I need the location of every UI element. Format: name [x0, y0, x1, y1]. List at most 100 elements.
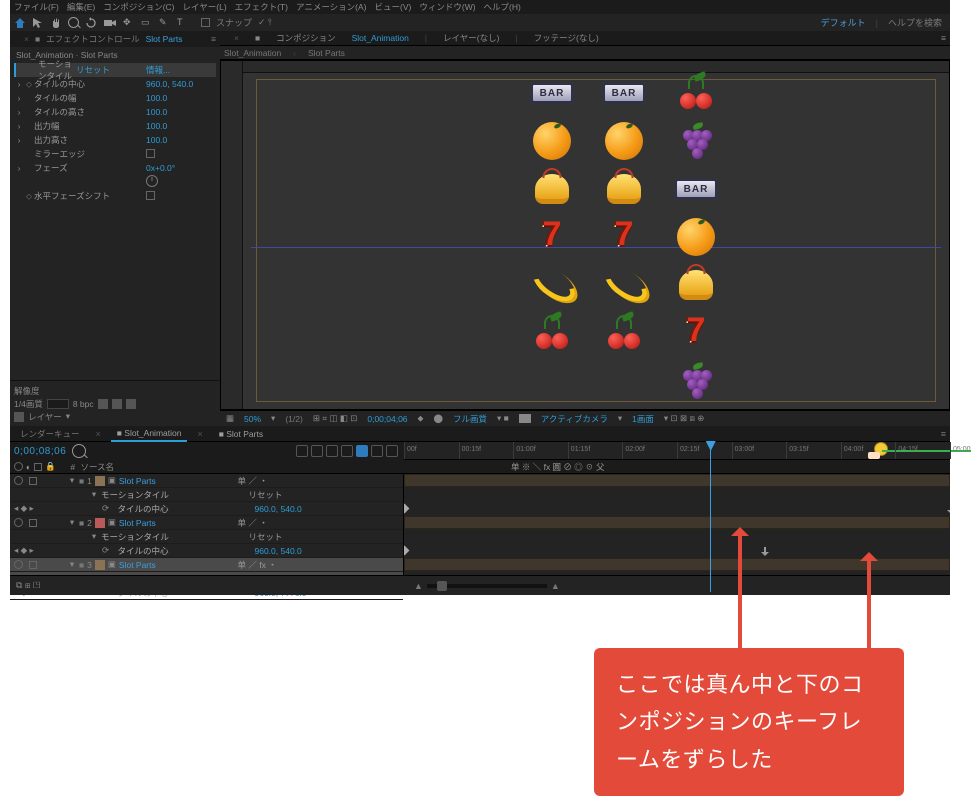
slot-symbol-banana	[601, 262, 647, 308]
layer-row[interactable]: ▾モーションタイルリセット	[10, 488, 403, 502]
annotation-arrow-2	[867, 555, 871, 648]
layer-bar[interactable]	[404, 516, 950, 529]
bl-icon[interactable]	[98, 399, 108, 409]
layer-bar[interactable]	[404, 474, 950, 487]
property-row[interactable]: ⬦水平フェーズシフト	[14, 189, 216, 203]
timeline-panel: レンダーキュー × ■ Slot_Animation × ■ Slot Part…	[10, 426, 950, 595]
layer-tab[interactable]: レイヤー(なし)	[443, 32, 499, 44]
slot-symbol-bar: BAR	[601, 70, 647, 116]
layer-row[interactable]: ▾■1▣Slot Parts单 ／ ・	[10, 474, 403, 488]
time-tick: 02:00f	[622, 442, 644, 459]
effect-controls-panel: × ■ エフェクトコントロール Slot Parts ≡ Slot_Animat…	[10, 31, 220, 426]
workspace-dropdown[interactable]: デフォルト	[821, 16, 866, 29]
res-fraction: (1/2)	[285, 414, 302, 424]
menu-item[interactable]: アニメーション(A)	[296, 1, 367, 13]
layer-row[interactable]: ▾■2▣Slot Parts单 ／ ・	[10, 516, 403, 530]
camera-icon[interactable]	[519, 414, 531, 423]
property-row[interactable]: ›⬦タイルの中心960.0, 540.0	[14, 77, 216, 91]
property-row[interactable]: ›出力幅100.0	[14, 119, 216, 133]
keyframe[interactable]	[404, 504, 409, 514]
bl-icon[interactable]	[112, 399, 122, 409]
property-row[interactable]: モーションタイルリセット情報...	[14, 63, 216, 77]
property-list: モーションタイルリセット情報...›⬦タイルの中心960.0, 540.0›タイ…	[10, 63, 220, 380]
menu-item[interactable]: ファイル(F)	[14, 1, 59, 13]
keyframe[interactable]	[761, 547, 769, 557]
project-icon[interactable]	[14, 412, 24, 422]
keyframe[interactable]	[947, 505, 950, 515]
anchor-tool-icon[interactable]: ✥	[123, 17, 135, 29]
property-row[interactable]	[14, 175, 216, 189]
grid-icon[interactable]: ▦	[226, 413, 234, 424]
views-count[interactable]: 1画面	[632, 413, 654, 425]
viewer-timecode[interactable]: 0;00;04;06	[367, 414, 407, 424]
work-area-end[interactable]	[868, 442, 894, 460]
col-switches: 单 ※ ＼ fx 圓 ⊘ ◎ ☉ 父	[507, 461, 950, 473]
time-tick: 00f	[404, 442, 417, 459]
text-tool-icon[interactable]: T	[177, 17, 189, 29]
property-row[interactable]: ›タイルの幅100.0	[14, 91, 216, 105]
tl-tab[interactable]: レンダーキュー	[14, 426, 86, 442]
bl-icon[interactable]	[126, 399, 136, 409]
slot-symbol-bell	[601, 166, 647, 212]
slot-symbol-bar: BAR	[529, 70, 575, 116]
camera-tool-icon[interactable]	[103, 17, 117, 29]
time-ruler[interactable]: 00f00:15f01:00f01:15f02:00f02:15f03:00f0…	[404, 442, 950, 460]
time-tick: 01:00f	[513, 442, 535, 459]
pen-tool-icon[interactable]: ✎	[159, 17, 171, 29]
snap-checkbox[interactable]	[201, 18, 210, 27]
menu-item[interactable]: ビュー(V)	[375, 1, 412, 13]
layer-row[interactable]: ◂ ◆ ▸⟳ タイルの中心960.0, 540.0	[10, 544, 403, 558]
breadcrumb-item[interactable]: Slot Parts	[308, 48, 345, 58]
rotate-tool-icon[interactable]	[85, 17, 97, 29]
timeline-search-icon[interactable]	[72, 444, 86, 458]
timeline-timecode[interactable]: 0;00;08;06	[14, 446, 66, 457]
menu-item[interactable]: ヘルプ(H)	[484, 1, 521, 13]
menu-item[interactable]: 編集(E)	[67, 1, 95, 13]
hand-tool-icon[interactable]	[50, 17, 62, 29]
slot-symbol-cherry	[529, 310, 575, 356]
menu-item[interactable]: レイヤー(L)	[183, 1, 227, 13]
zoom-level[interactable]: 50%	[244, 414, 261, 424]
app-window: ファイル(F) 編集(E) コンポジション(C) レイヤー(L) エフェクト(T…	[10, 0, 950, 595]
panel-target[interactable]: Slot Parts	[146, 34, 183, 44]
slot-symbol-cherry	[601, 310, 647, 356]
toggle-switches-icon[interactable]: ⧉ ⊞ ◳	[16, 580, 40, 591]
shape-tool-icon[interactable]: ▭	[141, 17, 153, 29]
panel-tab-label[interactable]: エフェクトコントロール	[46, 33, 140, 45]
col-source[interactable]: ソース名	[80, 461, 114, 473]
property-row[interactable]: ›出力高さ100.0	[14, 133, 216, 147]
tl-tab[interactable]: ■ Slot Parts	[213, 427, 269, 441]
mode-box[interactable]	[47, 399, 69, 409]
layer-row[interactable]: ▾モーションタイルリセット	[10, 530, 403, 544]
column-visibility-icon	[14, 462, 23, 471]
menu-item[interactable]: エフェクト(T)	[235, 1, 288, 13]
footage-tab[interactable]: フッテージ(なし)	[534, 32, 599, 44]
property-row[interactable]: ミラーエッジ	[14, 147, 216, 161]
zoom-tool-icon[interactable]	[68, 17, 79, 28]
slot-symbol-orange	[529, 118, 575, 164]
active-camera[interactable]: アクティブカメラ	[541, 413, 608, 425]
comp-name[interactable]: Slot_Animation	[352, 33, 409, 43]
home-icon[interactable]	[14, 17, 26, 29]
comp-tab-prefix: コンポジション	[276, 32, 336, 44]
tl-tab-active[interactable]: ■ Slot_Animation	[111, 426, 188, 442]
timeline-zoom-slider[interactable]	[427, 584, 547, 588]
viewer[interactable]: BAR7 BAR7 BAR7	[220, 60, 950, 410]
layer-row[interactable]: ◂ ◆ ▸⟳ タイルの中心960.0, 540.0	[10, 502, 403, 516]
menu-item[interactable]: ウィンドウ(W)	[419, 1, 475, 13]
layer-row[interactable]: ▾■3▣Slot Parts单 ／ fx ・	[10, 558, 403, 572]
slot-symbol-seven: 7	[601, 214, 647, 260]
viewer-quality[interactable]: フル画質	[453, 413, 487, 425]
menu-item[interactable]: コンポジション(C)	[103, 1, 174, 13]
breadcrumb-item[interactable]: Slot_Animation	[224, 48, 281, 58]
property-row[interactable]: ›タイルの高さ100.0	[14, 105, 216, 119]
annotation-callout: ここでは真ん中と下のコンポジションのキーフレームをずらした	[594, 648, 904, 796]
composition-canvas[interactable]: BAR7 BAR7 BAR7	[251, 79, 941, 403]
property-row[interactable]: ›フェーズ0x+0.0°	[14, 161, 216, 175]
selection-tool-icon[interactable]	[32, 17, 44, 29]
search-help[interactable]: ヘルプを検索	[888, 16, 942, 29]
keyframe[interactable]	[404, 546, 409, 556]
viewer-footer: ▦ 50% ▾ (1/2) ⊞ ⌗ ◫ ◧ ⊡ 0;00;04;06 ⬥ ⬤ フ…	[220, 410, 950, 426]
slot-symbol-bell	[529, 166, 575, 212]
time-tick: 01:15f	[568, 442, 590, 459]
